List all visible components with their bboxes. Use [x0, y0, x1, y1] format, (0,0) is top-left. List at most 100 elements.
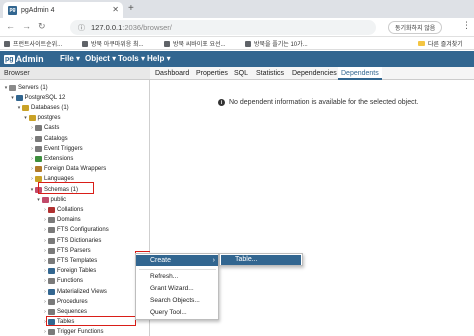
tab-dashboard[interactable]: Dashboard	[155, 67, 189, 80]
sync-button[interactable]: 동기화하지 않음	[388, 21, 443, 34]
tree-node-icon	[35, 155, 42, 162]
menu-item-grant-wizard[interactable]: Grant Wizard...	[150, 285, 194, 292]
menu-item-refresh[interactable]: Refresh...	[150, 273, 178, 280]
tree-node[interactable]: › FTS Dictionaries	[42, 236, 101, 245]
browser-menu-icon[interactable]: ⋮	[462, 20, 471, 31]
tab-statistics[interactable]: Statistics	[256, 67, 284, 80]
tree-node-icon	[48, 278, 55, 285]
close-tab-icon[interactable]: ✕	[112, 5, 119, 14]
tree-node-icon	[9, 84, 16, 91]
bookmark-item[interactable]: 방북 씨바이포 요선...	[164, 39, 226, 48]
forward-icon[interactable]: →	[22, 21, 31, 31]
tree-node-label: Functions	[57, 278, 84, 285]
url-input[interactable]: ⓘ 127.0.0.1:2036/browser/	[70, 20, 376, 35]
tree-node-label: Foreign Tables	[57, 268, 97, 275]
tree-node[interactable]: › Materialized Views	[42, 287, 107, 296]
bookmarks-bar: 프런트사이트순위... 방북 아쿠마위응 최... 방북 씨바이포 요선... …	[0, 37, 474, 50]
tree-node[interactable]: › Trigger Functions	[42, 328, 103, 336]
info-icon: i	[218, 99, 225, 106]
new-tab-icon[interactable]: +	[128, 3, 134, 14]
tree-node-label: FTS Parsers	[57, 247, 91, 254]
tree-node-icon	[35, 145, 42, 152]
menu-object[interactable]: Object ▾	[85, 54, 116, 63]
menu-file[interactable]: File ▾	[60, 54, 80, 63]
back-icon[interactable]: ←	[6, 21, 15, 31]
chevron-down-icon[interactable]: ▾	[23, 115, 29, 121]
url-path: :2036/browser/	[122, 23, 172, 32]
tree-node[interactable]: › Procedures	[42, 297, 88, 306]
tree-node[interactable]: › Event Triggers	[29, 144, 83, 153]
menu-item-search-objects[interactable]: Search Objects...	[150, 297, 200, 304]
chevron-down-icon[interactable]: ▾	[10, 95, 16, 101]
tree-node[interactable]: ▾ postgres	[23, 114, 61, 123]
tab-dependencies[interactable]: Dependencies	[292, 67, 337, 80]
pgadmin-header: pg Admin File ▾ Object ▾ Tools ▾ Help ▾	[0, 51, 474, 67]
bookmark-icon	[82, 40, 88, 47]
tree-node-label: Domains	[57, 217, 81, 224]
tree-node-icon	[48, 329, 55, 336]
tree-node-label: Event Triggers	[44, 145, 83, 152]
menu-item-create[interactable]: Create ›	[136, 255, 218, 266]
browser-tab[interactable]: pg pgAdmin 4 ✕	[3, 2, 123, 18]
tree-node[interactable]: ▾ PostgreSQL 12	[10, 93, 66, 102]
tree-node-icon	[48, 268, 55, 275]
tree-node[interactable]: › Catalogs	[29, 134, 68, 143]
reload-icon[interactable]: ↻	[38, 21, 46, 32]
tree-node-label: Catalogs	[44, 135, 68, 142]
tree-node-icon	[48, 206, 55, 213]
tree-node[interactable]: › Functions	[42, 277, 83, 286]
tree-node-icon	[48, 217, 55, 224]
bookmark-icon	[245, 40, 251, 47]
tree-node-label: public	[50, 196, 67, 203]
tree-node-icon	[15, 94, 23, 101]
site-info-icon[interactable]: ⓘ	[78, 23, 85, 33]
tree-node[interactable]: ▾ public	[36, 195, 67, 204]
menu-tools[interactable]: Tools ▾	[118, 54, 145, 63]
tree-node-label: FTS Configurations	[57, 227, 109, 234]
tree-node-label: Sequences	[57, 308, 88, 315]
browser-tab-title: pgAdmin 4	[21, 6, 55, 14]
url-host: 127.0.0.1	[91, 23, 123, 32]
bookmark-item[interactable]: 방북을 플기는 10가...	[245, 39, 308, 48]
bookmark-item[interactable]: 방북 아쿠마위응 최...	[82, 39, 144, 48]
tree-node-icon	[28, 115, 36, 122]
tree-node[interactable]: › Collations	[42, 205, 83, 214]
tree-node-icon	[48, 298, 55, 305]
tree-node[interactable]: › Domains	[42, 216, 81, 225]
tree-node-label: Foreign Data Wrappers	[44, 166, 107, 173]
pgadmin-favicon: pg	[8, 5, 17, 15]
other-bookmarks[interactable]: 다른 즐겨찾기	[418, 39, 463, 48]
menu-item-query-tool[interactable]: Query Tool...	[150, 309, 187, 316]
tree-node-icon	[48, 308, 55, 315]
tree-node-label: Trigger Functions	[57, 329, 104, 336]
no-dependents-message: i No dependent information is available …	[218, 99, 419, 106]
menu-help[interactable]: Help ▾	[147, 54, 171, 63]
tree-node[interactable]: › Casts	[29, 124, 59, 133]
chevron-down-icon[interactable]: ▾	[36, 197, 42, 203]
tree-node-label: postgres	[37, 115, 61, 122]
tab-dependents[interactable]: Dependents	[338, 67, 382, 80]
tab-properties[interactable]: Properties	[196, 67, 228, 80]
main-tabs: Dashboard Properties SQL Statistics Depe…	[150, 67, 474, 80]
bookmark-item[interactable]: 프런트사이트순위...	[4, 39, 62, 48]
tree-node[interactable]: › Extensions	[29, 154, 73, 163]
tree-node[interactable]: ▾ Databases (1)	[16, 103, 69, 112]
bookmark-icon	[164, 40, 170, 47]
tree-node[interactable]: › FTS Parsers	[42, 246, 91, 255]
tree-node[interactable]: › Foreign Tables	[42, 267, 96, 276]
create-submenu: Table...	[219, 253, 303, 266]
tree-node[interactable]: ▾ Servers (1)	[3, 83, 48, 92]
tree-node[interactable]: › FTS Configurations	[42, 226, 109, 235]
tab-sql[interactable]: SQL	[234, 67, 248, 80]
folder-icon	[418, 41, 425, 46]
tree-node-icon	[48, 288, 55, 295]
tree-node-icon	[48, 237, 55, 244]
tree-node-label: PostgreSQL 12	[24, 94, 66, 101]
menu-item-table[interactable]: Table...	[221, 255, 301, 265]
tree-node-icon	[48, 247, 55, 254]
tree-node[interactable]: › Foreign Data Wrappers	[29, 165, 106, 174]
context-menu: Create › Refresh... Grant Wizard... Sear…	[135, 253, 219, 320]
tree-node[interactable]: › FTS Templates	[42, 256, 97, 265]
tree-node-label: FTS Dictionaries	[57, 237, 102, 244]
tree-node-icon	[22, 104, 29, 111]
